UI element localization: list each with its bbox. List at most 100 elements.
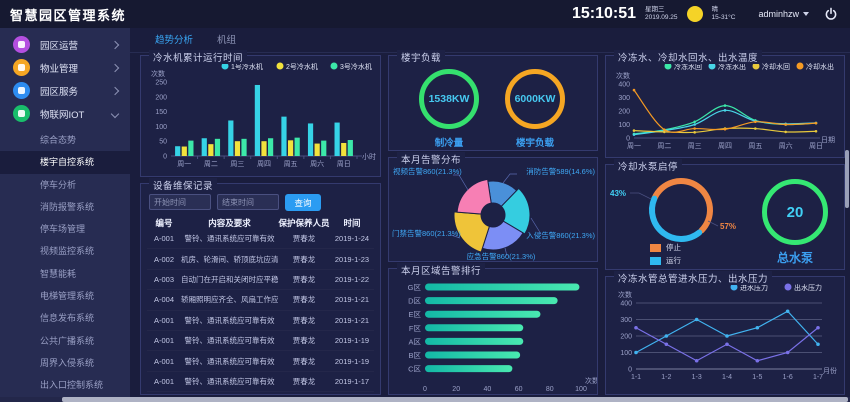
date: 2019.09.25 xyxy=(645,14,678,22)
sidebar-groups: 园区运营物业管理园区服务物联网IOT xyxy=(0,28,130,125)
row-content: 警铃、通讯系统应可靠有效 xyxy=(181,233,278,244)
pie-slice-label: 入侵告警860(21.3%) xyxy=(526,230,595,240)
tab-trend-analysis[interactable]: 趋势分析 xyxy=(155,28,193,52)
sidebar-group-1[interactable]: 园区运营 xyxy=(0,33,130,56)
panel-title: 本月区域告警排行 xyxy=(397,263,485,277)
row-date: 2019-1-19 xyxy=(330,336,374,345)
building-load-gauge: 6000KW 楼宇负载 xyxy=(503,69,567,149)
bar xyxy=(425,284,579,291)
legend-label: 3号冷水机 xyxy=(340,62,372,71)
axis-label: 400 xyxy=(620,301,632,308)
end-time-input[interactable] xyxy=(217,194,279,210)
bar xyxy=(182,147,187,156)
y-category-label: F区 xyxy=(409,324,422,333)
bar xyxy=(281,117,286,156)
sidebar-subitem-4[interactable]: 消防报警系统 xyxy=(0,196,130,218)
start-time-input[interactable] xyxy=(149,194,211,210)
row-content: 轿厢照明应齐全、风扇工作应正常 xyxy=(181,294,278,305)
chevron-down-icon xyxy=(111,109,119,117)
sidebar-subitem-5[interactable]: 停车场管理 xyxy=(0,218,130,240)
legend-label: 2号冷水机 xyxy=(286,62,318,71)
maintenance-row: A-001警铃、通讯系统应可靠有效贾春龙2019-1-19 xyxy=(147,331,374,351)
area-alarm-bar-chart: G区D区E区F区A区B区C区020406080100次数 xyxy=(389,269,597,394)
bar xyxy=(295,138,300,156)
smart-park-dashboard: 智慧园区管理系统 15:10:51 星期三 2019.09.25 晴 15-31… xyxy=(0,0,850,402)
sidebar-subitem-6[interactable]: 视频监控系统 xyxy=(0,240,130,262)
row-content: 警铃、通讯系统应可靠有效 xyxy=(181,315,278,326)
tab-unit[interactable]: 机组 xyxy=(217,28,236,52)
gauge-ring: 1538KW xyxy=(419,69,479,129)
search-button[interactable]: 查询 xyxy=(285,194,321,211)
horizontal-scrollbar[interactable] xyxy=(62,397,848,402)
sidebar-group-3[interactable]: 园区服务 xyxy=(0,79,130,102)
temperature-range: 15-31°C xyxy=(712,14,736,22)
sidebar-subitem-10[interactable]: 公共广播系统 xyxy=(0,330,130,352)
x-tick-label: 1-4 xyxy=(722,374,732,381)
row-date: 2019-1-17 xyxy=(330,377,374,386)
sidebar-subitem-9[interactable]: 信息发布系统 xyxy=(0,307,130,329)
sidebar-subitem-12[interactable]: 出入口控制系统 xyxy=(0,374,130,396)
bar xyxy=(425,365,512,372)
cooling-capacity-gauge: 1538KW 制冷量 xyxy=(417,69,481,149)
x-tick-label: 周二 xyxy=(204,160,218,168)
x-tick-label: 1-5 xyxy=(752,374,762,381)
axis-label: 次数 xyxy=(618,290,632,299)
legend-run: 运行 xyxy=(650,255,681,266)
sidebar-group-4[interactable]: 物联网IOT xyxy=(0,102,130,125)
gauge-ring: 6000KW xyxy=(505,69,565,129)
row-id: A-003 xyxy=(147,275,181,284)
row-content: 警铃、通讯系统应可靠有效 xyxy=(181,356,278,367)
axis-label: 200 xyxy=(620,334,632,341)
vertical-scrollbar[interactable] xyxy=(845,150,849,208)
axis-label: 300 xyxy=(620,317,632,324)
sidebar-group-label: 物联网IOT xyxy=(40,107,112,121)
water-temperature-line-chart: 次数日期0100200300400周一周二周三周四周五周六周日冷冻水回冷冻水出冷… xyxy=(606,56,844,157)
axis-label: 次数 xyxy=(616,71,630,80)
power-icon[interactable] xyxy=(824,7,838,21)
user-menu[interactable]: adminhzw xyxy=(758,9,809,19)
y-category-label: B区 xyxy=(408,351,421,360)
run-percent-label: 43% xyxy=(610,189,626,198)
legend-label: 运行 xyxy=(666,255,681,266)
panel-area-alarm-rank: 本月区域告警排行 G区D区E区F区A区B区C区020406080100次数 xyxy=(388,268,598,395)
axis-label: 0 xyxy=(628,367,632,374)
row-id: A-001 xyxy=(147,316,181,325)
sidebar-subitem-11[interactable]: 周界入侵系统 xyxy=(0,352,130,374)
bar xyxy=(425,352,520,359)
stop-percent-label: 57% xyxy=(720,222,736,231)
donut-arc xyxy=(655,181,710,231)
total-pump-gauge: 20 xyxy=(762,179,828,245)
sidebar-subitem-3[interactable]: 停车分析 xyxy=(0,174,130,196)
gauge-label: 制冷量 xyxy=(417,135,481,149)
sidebar-group-2[interactable]: 物业管理 xyxy=(0,56,130,79)
bar xyxy=(228,120,233,156)
app-title: 智慧园区管理系统 xyxy=(10,5,126,24)
row-id: A-001 xyxy=(147,377,181,386)
axis-label: 50 xyxy=(159,139,167,146)
sidebar-subitem-2[interactable]: 楼宇自控系统 xyxy=(0,151,130,173)
x-tick-label: 周四 xyxy=(718,142,732,150)
pie-slice-label: 门禁告警860(21.3%) xyxy=(392,228,461,238)
axis-label: 100 xyxy=(155,124,167,131)
x-tick-label: 周六 xyxy=(310,159,324,168)
sidebar-subitem-8[interactable]: 电梯管理系统 xyxy=(0,285,130,307)
sidebar-subitem-1[interactable]: 综合态势 xyxy=(0,129,130,151)
axis-label: 次数 xyxy=(585,376,597,385)
x-tick-label: 周日 xyxy=(809,142,823,150)
sidebar-subitem-7[interactable]: 智慧能耗 xyxy=(0,263,130,285)
maintenance-search-bar: 查询 xyxy=(149,194,321,211)
axis-label: 200 xyxy=(618,109,630,116)
panel-title: 冷冻水管总管进水压力、出水压力 xyxy=(614,271,772,285)
row-date: 2019-1-21 xyxy=(330,295,374,304)
row-person: 贾春龙 xyxy=(278,254,330,265)
park-operation-icon xyxy=(13,36,30,53)
x-tick-label: 周五 xyxy=(748,142,762,150)
row-id: A-004 xyxy=(147,295,181,304)
panel-alarm-distribution: 本月告警分布 消防告警589(14.6%)入侵告警860(21.3%)应急告警8… xyxy=(388,157,598,262)
maintenance-row: A-003自动门在开启和关闭时应平稳无震荡贾春龙2019-1-22 xyxy=(147,270,374,290)
maintenance-row: A-001警铃、通讯系统应可靠有效贾春龙2019-1-21 xyxy=(147,311,374,331)
column-header: 内容及要求 xyxy=(181,217,278,229)
chevron-right-icon xyxy=(111,40,119,48)
axis-label: 150 xyxy=(155,109,167,116)
gauge-label: 楼宇负载 xyxy=(503,135,567,149)
